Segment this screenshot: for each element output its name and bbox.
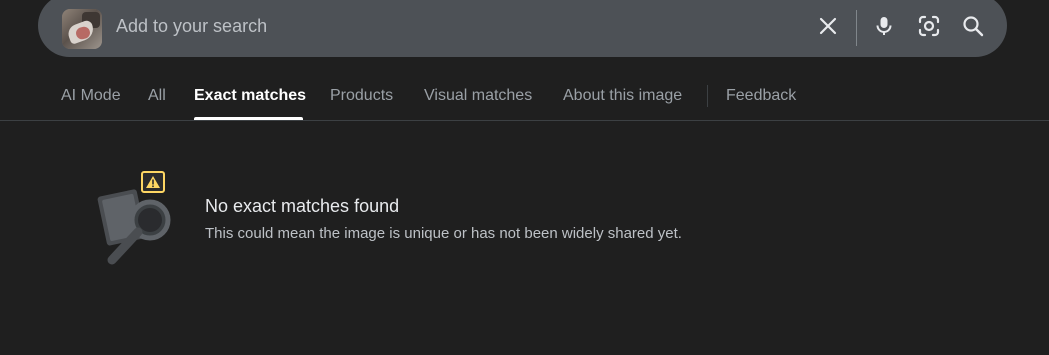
search-button[interactable] bbox=[957, 10, 989, 42]
header-divider bbox=[0, 120, 1049, 121]
tab-products[interactable]: Products bbox=[330, 87, 393, 105]
close-icon bbox=[819, 17, 837, 35]
search-bar[interactable] bbox=[38, 0, 1007, 57]
google-lens-button[interactable] bbox=[913, 10, 945, 42]
microphone-icon bbox=[876, 17, 892, 35]
tab-separator bbox=[707, 85, 708, 107]
tab-ai-mode[interactable]: AI Mode bbox=[61, 87, 121, 105]
feedback-link[interactable]: Feedback bbox=[726, 87, 796, 105]
query-image-thumbnail[interactable] bbox=[62, 9, 102, 49]
tab-all[interactable]: All bbox=[148, 87, 166, 105]
voice-search-button[interactable] bbox=[868, 10, 900, 42]
tab-exact-matches[interactable]: Exact matches bbox=[194, 87, 306, 105]
tab-visual-matches[interactable]: Visual matches bbox=[424, 87, 532, 105]
search-icon bbox=[963, 16, 984, 37]
search-input[interactable] bbox=[116, 10, 796, 42]
result-tabs: AI Mode All Exact matches Products Visua… bbox=[0, 70, 1049, 120]
clear-button[interactable] bbox=[812, 10, 844, 42]
no-results-message: This could mean the image is unique or h… bbox=[205, 225, 682, 242]
google-lens-icon bbox=[918, 15, 940, 37]
no-results-title: No exact matches found bbox=[205, 196, 400, 216]
search-bar-divider bbox=[856, 10, 857, 46]
tab-about-this-image[interactable]: About this image bbox=[563, 87, 682, 105]
no-results-illustration bbox=[94, 168, 180, 268]
